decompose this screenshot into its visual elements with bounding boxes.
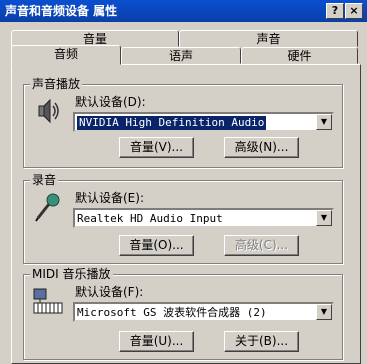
tab-hardware[interactable]: 硬件 (241, 47, 358, 64)
midi-volume-button[interactable]: 音量(U)... (119, 331, 194, 352)
window-title: 声音和音频设备 属性 (5, 4, 118, 18)
recording-group-label: 录音 (30, 173, 59, 187)
close-button[interactable]: × (345, 3, 363, 19)
playback-group-label: 声音播放 (30, 77, 83, 91)
tab-voice[interactable]: 语声 (121, 47, 241, 64)
microphone-icon (35, 193, 60, 222)
chevron-down-icon[interactable]: ▼ (316, 114, 332, 130)
midi-about-button[interactable]: 关于(B)... (224, 331, 299, 352)
playback-device-label: 默认设备(D): (75, 95, 146, 109)
tab-sounds[interactable]: 声音 (179, 30, 358, 47)
recording-volume-button[interactable]: 音量(O)... (119, 235, 194, 256)
playback-group: 声音播放 默认设备(D): NVIDIA High Definition Aud… (23, 77, 343, 168)
recording-device-select[interactable]: Realtek HD Audio Input ▼ (73, 208, 334, 228)
tab-audio[interactable]: 音频 (11, 45, 121, 65)
title-bar: 声音和音频设备 属性 ? × (0, 0, 367, 22)
recording-device-label: 默认设备(E): (75, 191, 144, 205)
recording-group: 录音 默认设备(E): Realtek HD Audio Input ▼ 音量(… (23, 173, 343, 264)
recording-advanced-button: 高级(C)... (224, 235, 299, 256)
recording-device-value: Realtek HD Audio Input (77, 212, 223, 225)
playback-device-select[interactable]: NVIDIA High Definition Audio ▼ (73, 112, 334, 132)
chevron-down-icon[interactable]: ▼ (316, 304, 332, 320)
help-button[interactable]: ? (326, 3, 344, 19)
midi-device-select[interactable]: Microsoft GS 波表软件合成器 (2) ▼ (73, 302, 334, 322)
playback-advanced-button[interactable]: 高级(N)... (224, 137, 299, 158)
midi-keyboard-icon (33, 288, 63, 314)
playback-volume-button[interactable]: 音量(V)... (119, 137, 194, 158)
midi-device-value: Microsoft GS 波表软件合成器 (2) (77, 306, 267, 319)
midi-group: MIDI 音乐播放 默认设备(F): Microsoft GS 波表软件合成器 … (23, 267, 343, 360)
midi-group-label: MIDI 音乐播放 (30, 267, 113, 281)
midi-device-label: 默认设备(F): (75, 285, 144, 299)
speaker-icon (38, 98, 59, 124)
playback-device-value: NVIDIA High Definition Audio (77, 116, 267, 130)
chevron-down-icon[interactable]: ▼ (316, 210, 332, 226)
